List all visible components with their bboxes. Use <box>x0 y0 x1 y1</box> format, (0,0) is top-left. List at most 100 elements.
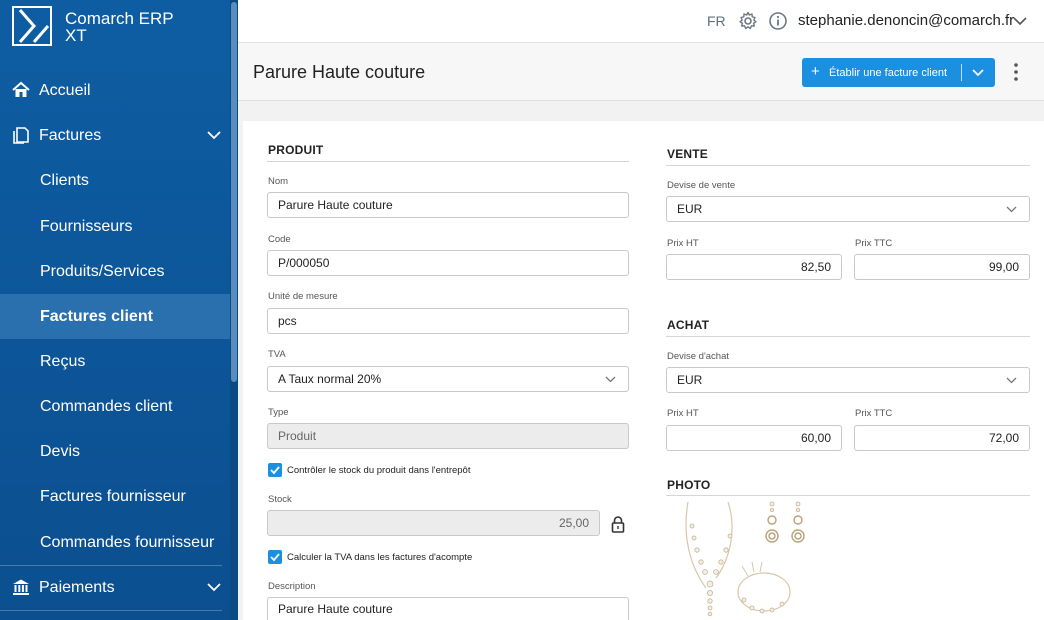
unite-field[interactable]: pcs <box>267 308 629 334</box>
sidebar-item-paiements[interactable]: Paiements <box>0 565 238 610</box>
sidebar-item-label: Fournisseurs <box>40 217 133 235</box>
type-field: Produit <box>267 423 629 449</box>
info-icon[interactable] <box>768 11 788 31</box>
lock-icon[interactable] <box>611 516 625 533</box>
stock-value: 25,00 <box>558 516 589 530</box>
sidebar-item-accueil[interactable]: Accueil <box>0 68 238 113</box>
more-options-icon[interactable] <box>1013 62 1019 82</box>
nom-field[interactable]: Parure Haute couture <box>267 192 629 218</box>
app-name: Comarch ERP XT <box>65 9 174 45</box>
user-account[interactable]: stephanie.denoncin@comarch.fr <box>798 12 1014 29</box>
sidebar-item-label: Clients <box>40 171 89 189</box>
vente-prix-ttc-label: Prix TTC <box>855 238 893 249</box>
sidebar-item-commandes-fournisseur[interactable]: Commandes fournisseur <box>0 520 238 565</box>
sidebar: Comarch ERP XT Accueil Factures Clients … <box>0 0 238 620</box>
sidebar-divider <box>0 610 222 611</box>
check-stock-checkbox[interactable] <box>268 463 282 477</box>
sidebar-item-factures-client[interactable]: Factures client <box>0 294 238 339</box>
devise-vente-label: Devise de vente <box>667 180 736 191</box>
unite-label: Unité de mesure <box>268 291 338 302</box>
sidebar-item-devis[interactable]: Devis <box>0 429 238 474</box>
sidebar-item-label: Factures <box>39 126 102 144</box>
code-field[interactable]: P/000050 <box>267 250 629 276</box>
content-top-gap <box>238 101 1044 121</box>
devise-vente-value: EUR <box>677 202 703 216</box>
plus-icon: + <box>811 63 820 80</box>
sidebar-item-produits-services[interactable]: Produits/Services <box>0 249 238 294</box>
chevron-down-icon[interactable] <box>971 66 985 80</box>
sidebar-item-label: Commandes client <box>40 397 173 415</box>
content-left-gap <box>238 101 243 620</box>
checkmark-icon <box>270 466 280 475</box>
vente-prix-ht-label: Prix HT <box>667 238 699 249</box>
achat-prix-ht-value: 60,00 <box>800 431 831 445</box>
sidebar-item-label: Factures client <box>40 307 153 325</box>
calc-tva-checkbox[interactable] <box>268 550 282 564</box>
vente-prix-ht-field[interactable]: 82,50 <box>666 254 842 280</box>
chevron-down-icon <box>207 131 221 140</box>
page-title: Parure Haute couture <box>253 62 426 82</box>
section-title-photo: PHOTO <box>667 478 711 492</box>
code-label: Code <box>268 234 291 245</box>
achat-prix-ttc-label: Prix TTC <box>855 408 893 419</box>
document-icon <box>13 127 29 144</box>
sidebar-item-label: Produits/Services <box>40 262 165 280</box>
vente-prix-ttc-field[interactable]: 99,00 <box>854 254 1030 280</box>
calc-tva-label: Calculer la TVA dans les factures d'acom… <box>287 552 473 563</box>
home-icon <box>12 81 30 97</box>
chevron-down-icon <box>1006 206 1017 213</box>
type-label: Type <box>268 407 289 418</box>
create-customer-invoice-button[interactable]: + Établir une facture client <box>802 58 995 87</box>
page-header: Parure Haute couture + Établir une factu… <box>238 43 1044 101</box>
comarch-logo-icon[interactable] <box>12 6 52 46</box>
button-label: Établir une facture client <box>829 67 948 79</box>
tva-value: A Taux normal 20% <box>278 372 382 386</box>
devise-achat-select[interactable]: EUR <box>666 367 1030 393</box>
top-bar: FR stephanie.denoncin@comarch.fr <box>238 0 1044 43</box>
unite-value: pcs <box>278 314 297 328</box>
achat-prix-ttc-value: 72,00 <box>988 431 1019 445</box>
sidebar-item-factures-fournisseur[interactable]: Factures fournisseur <box>0 474 238 519</box>
achat-prix-ht-label: Prix HT <box>667 408 699 419</box>
type-value: Produit <box>278 429 317 443</box>
achat-prix-ht-field[interactable]: 60,00 <box>666 425 842 451</box>
chevron-down-icon[interactable] <box>1013 14 1027 28</box>
section-title-produit: PRODUIT <box>268 143 324 157</box>
sidebar-item-fournisseurs[interactable]: Fournisseurs <box>0 204 238 249</box>
vente-prix-ht-value: 82,50 <box>800 260 831 274</box>
section-divider <box>666 336 1030 337</box>
vente-prix-ttc-value: 99,00 <box>988 260 1019 274</box>
description-field[interactable]: Parure Haute couture <box>267 597 629 620</box>
sidebar-item-label: Commandes fournisseur <box>40 533 215 551</box>
stock-label: Stock <box>268 494 292 505</box>
achat-prix-ttc-field[interactable]: 72,00 <box>854 425 1030 451</box>
checkmark-icon <box>270 553 280 562</box>
devise-vente-select[interactable]: EUR <box>666 196 1030 222</box>
chevron-down-icon <box>605 376 616 383</box>
sidebar-item-label: Factures fournisseur <box>40 487 186 505</box>
sidebar-item-factures[interactable]: Factures <box>0 113 238 158</box>
sidebar-item-recus[interactable]: Reçus <box>0 339 238 384</box>
nom-value: Parure Haute couture <box>278 198 393 212</box>
chevron-down-icon <box>207 583 221 592</box>
check-stock-label: Contrôler le stock du produit dans l'ent… <box>287 465 471 476</box>
tva-select[interactable]: A Taux normal 20% <box>267 366 629 392</box>
sidebar-item-label: Reçus <box>40 352 86 370</box>
stock-field: 25,00 <box>267 510 600 536</box>
section-title-achat: ACHAT <box>667 318 710 332</box>
section-title-vente: VENTE <box>667 147 709 161</box>
code-value: P/000050 <box>278 256 330 270</box>
devise-achat-value: EUR <box>677 373 703 387</box>
sidebar-item-clients[interactable]: Clients <box>0 158 238 203</box>
product-photo-image[interactable] <box>676 496 816 620</box>
gear-icon[interactable] <box>738 11 758 31</box>
devise-achat-label: Devise d'achat <box>667 351 730 362</box>
sidebar-item-commandes-client[interactable]: Commandes client <box>0 384 238 429</box>
sidebar-item-label: Accueil <box>39 81 91 99</box>
chevron-down-icon <box>1006 377 1017 384</box>
bank-icon <box>13 579 29 595</box>
sidebar-scroll-thumb[interactable] <box>231 2 237 382</box>
description-label: Description <box>268 581 316 592</box>
sidebar-item-label: Devis <box>40 442 81 460</box>
language-switch[interactable]: FR <box>707 13 726 29</box>
